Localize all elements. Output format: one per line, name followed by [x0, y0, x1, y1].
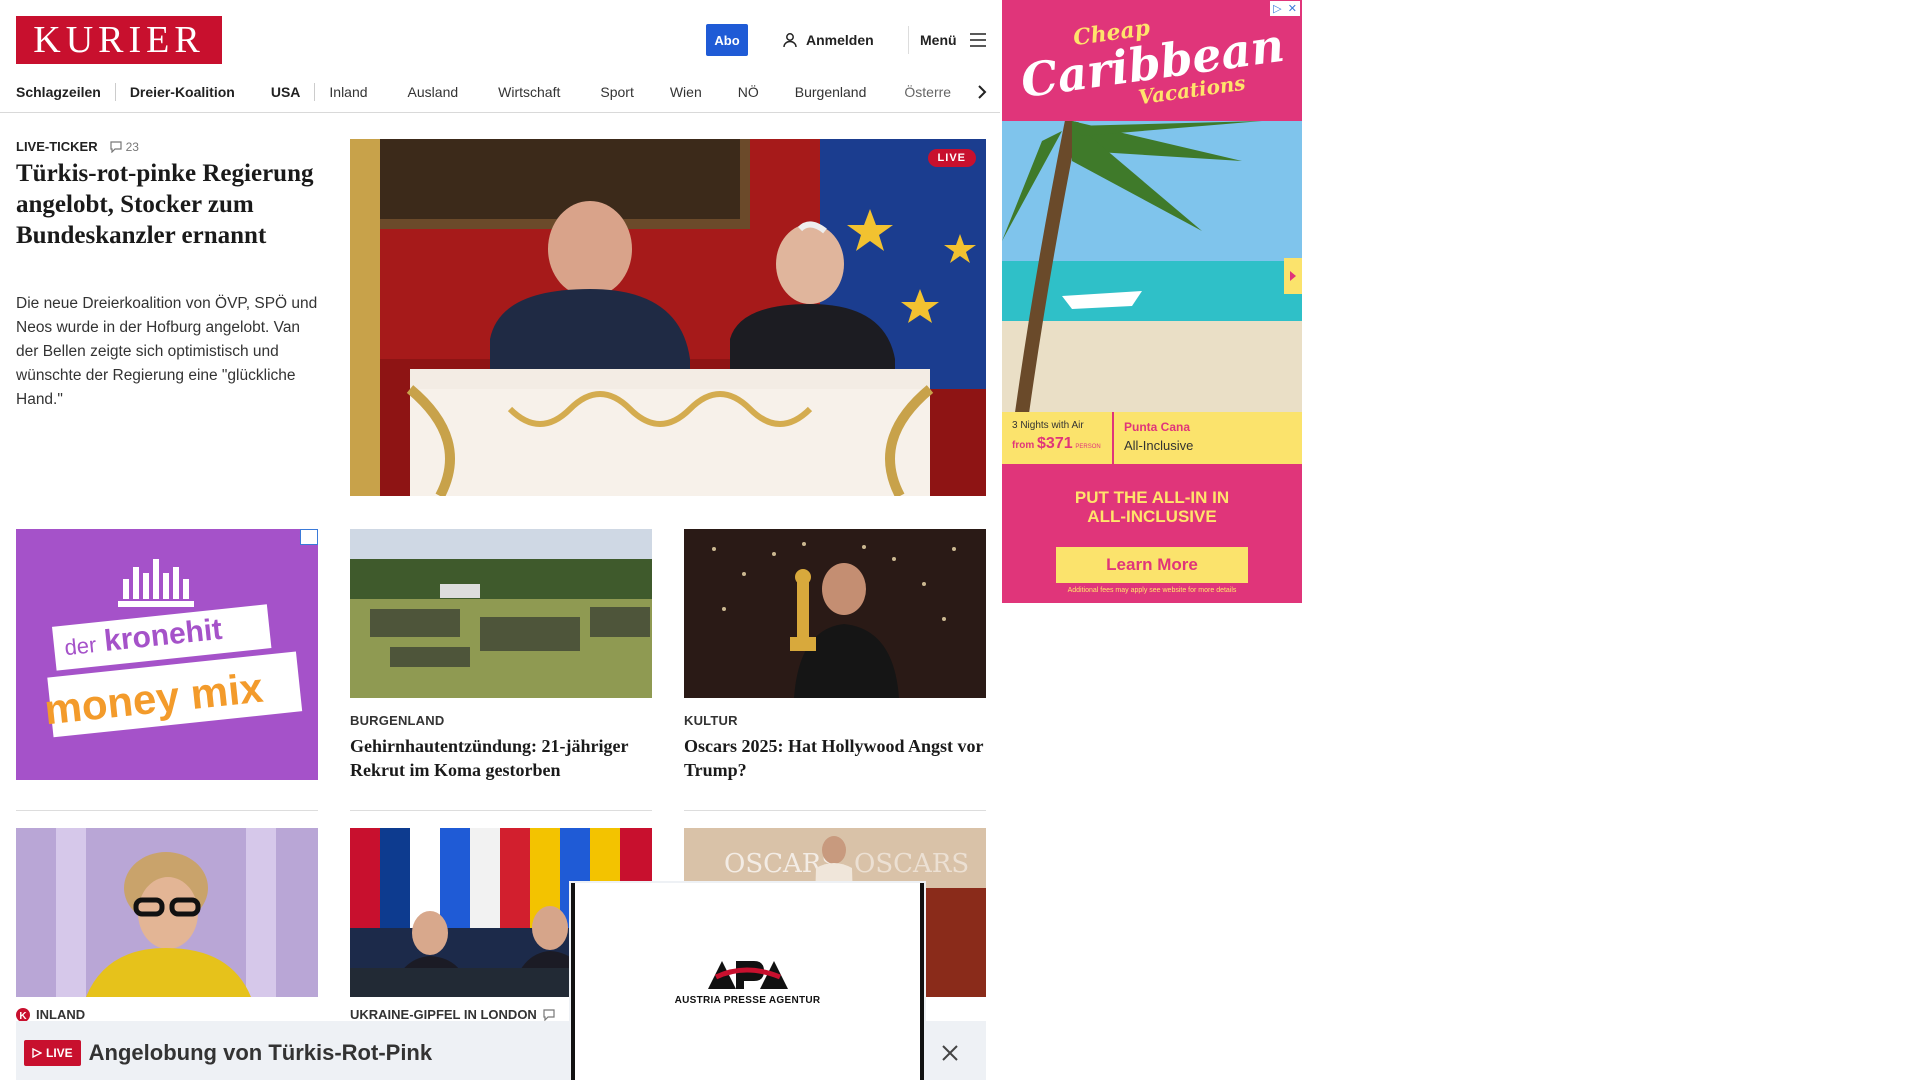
adchoices-icon[interactable] — [300, 529, 318, 545]
ad-from: from — [1012, 440, 1035, 451]
card-kicker: BURGENLAND — [350, 713, 445, 728]
card-image-soldiers — [350, 529, 652, 698]
close-icon[interactable] — [938, 1041, 962, 1065]
adchoices-icon[interactable]: ▷ — [1273, 2, 1281, 15]
nav-item-dreier-koalition[interactable]: Dreier-Koalition — [130, 84, 235, 100]
svg-text:K: K — [19, 1011, 27, 1022]
lead-kicker-label: LIVE-TICKER — [16, 139, 98, 154]
ad-nights: 3 Nights with Air — [1012, 420, 1084, 431]
nav-divider — [314, 83, 316, 101]
section-nav: Schlagzeilen Dreier-Koalition USA Inland… — [16, 80, 996, 104]
row-separator — [350, 810, 652, 811]
card-image-oscars — [684, 529, 986, 698]
nav-item-schlagzeilen[interactable]: Schlagzeilen — [16, 84, 101, 100]
lead-title[interactable]: Türkis-rot-pinke Regierung angelobt, Sto… — [16, 158, 316, 251]
ad-offer-price: 3 Nights with Air from $371 PERSON — [1002, 412, 1114, 464]
lead-kicker: LIVE-TICKER 23 — [16, 139, 139, 154]
nav-item-oesterreich[interactable]: Österre — [904, 84, 951, 100]
ad-slogan-line2: ALL-INCLUSIVE — [1087, 507, 1217, 526]
comment-count-value: 23 — [125, 139, 139, 154]
header-rule — [0, 112, 1000, 113]
login-label: Anmelden — [806, 32, 874, 48]
live-bar-badge: LIVE — [24, 1040, 81, 1066]
ad-next-button[interactable] — [1284, 258, 1302, 294]
comment-icon — [543, 1008, 555, 1021]
nav-item-wirtschaft[interactable]: Wirtschaft — [498, 84, 560, 100]
hamburger-icon — [969, 33, 986, 47]
menu-label: Menü — [920, 32, 957, 48]
nav-item-burgenland[interactable]: Burgenland — [795, 84, 867, 100]
ad-slogan: PUT THE ALL-IN IN ALL-INCLUSIVE — [1002, 488, 1302, 526]
bottom-kicker-inland: K INLAND — [16, 1007, 85, 1022]
ad-offer-strip: 3 Nights with Air from $371 PERSON Punta… — [1002, 412, 1302, 464]
nav-divider — [114, 83, 116, 101]
kronehit-ad-text: der kronehit money mix — [16, 529, 318, 780]
row-separator — [684, 810, 986, 811]
comment-icon — [110, 140, 122, 153]
ad-per-person: PERSON — [1075, 444, 1101, 450]
kronehit-ad[interactable]: der kronehit money mix — [16, 529, 318, 780]
article-card-kultur[interactable]: KULTUR Oscars 2025: Hat Hollywood Angst … — [684, 529, 986, 782]
card-title: Gehirnhautentzündung: 21-jähriger Rekrut… — [350, 736, 629, 780]
header-divider — [908, 26, 909, 54]
card-title: Oscars 2025: Hat Hollywood Angst vor Tru… — [684, 736, 984, 780]
nav-item-sport[interactable]: Sport — [600, 84, 633, 100]
ad-left-money-mix: money mix — [42, 663, 266, 734]
ad-place: Punta Cana — [1124, 420, 1191, 434]
svg-text:OSCARS: OSCARS — [854, 849, 969, 879]
apa-subtitle: AUSTRIA PRESSE AGENTUR — [674, 995, 821, 1006]
play-right-icon — [1290, 271, 1296, 281]
ad-headline: Cheap Caribbean Vacations — [1002, 0, 1302, 121]
chevron-right-icon — [978, 85, 987, 99]
bottom-kicker-label: UKRAINE-GIPFEL IN LONDON — [350, 1007, 537, 1022]
ad-all-inclusive: All-Inclusive — [1124, 438, 1194, 453]
play-icon — [32, 1048, 42, 1058]
card-kicker: KULTUR — [684, 713, 738, 728]
nav-item-ausland[interactable]: Ausland — [408, 84, 459, 100]
ad-close-controls[interactable]: ▷ ✕ — [1270, 1, 1300, 16]
logo-text: KURIER — [33, 19, 205, 61]
learn-more-button[interactable]: Learn More — [1056, 547, 1248, 583]
nav-scroll-right-button[interactable] — [968, 78, 996, 106]
close-icon[interactable]: ✕ — [1288, 2, 1297, 15]
ad-offer-destination: Punta Cana All-Inclusive — [1114, 412, 1193, 464]
article-card-burgenland[interactable]: BURGENLAND Gehirnhautentzündung: 21-jähr… — [350, 529, 652, 782]
nav-item-noe[interactable]: NÖ — [738, 84, 759, 100]
abo-button[interactable]: Abo — [706, 24, 748, 56]
ad-fine-print: Additional fees may apply see website fo… — [1067, 587, 1237, 594]
nav-item-inland[interactable]: Inland — [329, 84, 367, 100]
ad-left-der: der — [63, 632, 98, 661]
live-badge: LIVE — [927, 149, 976, 167]
ad-price: $371 — [1037, 435, 1073, 452]
caribbean-vacations-ad[interactable]: Cheap Caribbean Vacations 3 Nights with … — [1002, 0, 1302, 603]
live-bar-title: Angelobung von Türkis-Rot-Pink — [88, 1040, 433, 1065]
bottom-kicker-label: INLAND — [36, 1007, 86, 1022]
login-button[interactable]: Anmelden — [782, 24, 874, 56]
live-bar-badge-label: LIVE — [46, 1046, 73, 1060]
kurier-plus-icon: K — [16, 1007, 30, 1022]
kurier-logo[interactable]: KURIER — [16, 16, 222, 64]
nav-item-wien[interactable]: Wien — [670, 84, 702, 100]
lead-teaser: Die neue Dreierkoalition von ÖVP, SPÖ un… — [16, 295, 318, 408]
apa-video-overlay[interactable]: AUSTRIA PRESSE AGENTUR — [571, 883, 924, 1080]
row-separator — [16, 810, 318, 811]
signing-ceremony-image — [350, 139, 986, 496]
beach-photo — [1002, 121, 1302, 413]
menu-button[interactable]: Menü — [920, 24, 987, 56]
ad-left-kronehit: kronehit — [102, 612, 224, 659]
bottom-kicker-ukraine: UKRAINE-GIPFEL IN LONDON — [350, 1007, 555, 1022]
lead-image[interactable]: LIVE — [350, 139, 986, 496]
nav-item-usa[interactable]: USA — [271, 84, 301, 100]
ad-slogan-line1: PUT THE ALL-IN IN — [1074, 488, 1230, 507]
article-image-inland[interactable] — [16, 828, 318, 997]
user-icon — [783, 33, 797, 48]
apa-logo-icon — [707, 961, 788, 989]
comment-count[interactable]: 23 — [110, 140, 139, 154]
